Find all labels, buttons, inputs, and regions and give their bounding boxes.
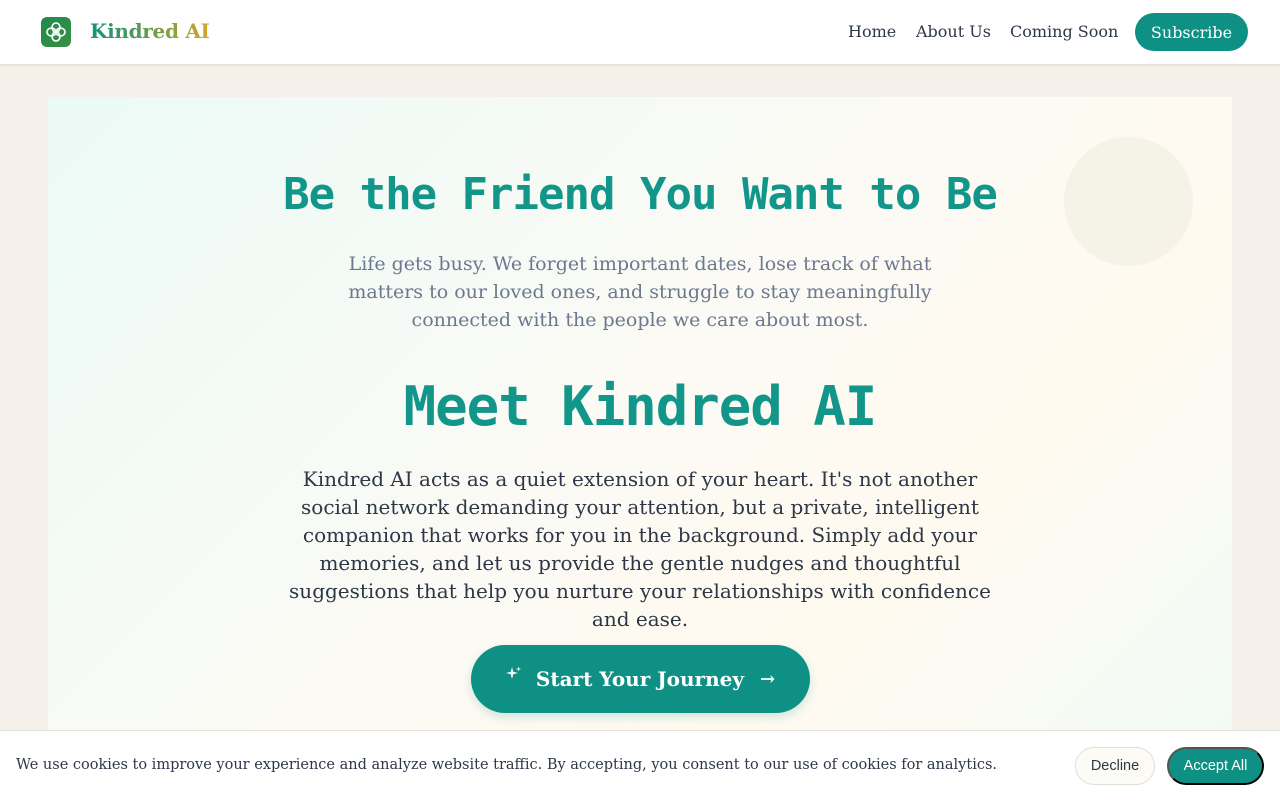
start-journey-label: Start Your Journey <box>535 667 744 691</box>
nav-home-link[interactable]: Home <box>848 22 896 41</box>
cookie-message: We use cookies to improve your experienc… <box>16 757 998 773</box>
brand-name[interactable]: Kindred AI <box>90 19 210 43</box>
hero-subtitle: Life gets busy. We forget important date… <box>348 253 932 331</box>
hero-section: Be the Friend You Want to Be Life gets b… <box>48 97 1232 800</box>
hero-title: Be the Friend You Want to Be <box>283 169 998 220</box>
subscribe-button[interactable]: Subscribe <box>1135 13 1248 51</box>
nav-coming-soon-link[interactable]: Coming Soon <box>1010 22 1118 41</box>
start-journey-button[interactable]: Start Your Journey → <box>471 645 810 713</box>
decline-button[interactable]: Decline <box>1075 747 1155 785</box>
arrow-right-icon: → <box>759 668 776 690</box>
hero-description: Kindred AI acts as a quiet extension of … <box>289 467 991 631</box>
flower-knot-icon[interactable] <box>41 17 71 47</box>
accept-all-button[interactable]: Accept All <box>1167 747 1264 785</box>
nav-about-link[interactable]: About Us <box>916 22 991 41</box>
site-header: Kindred AI Home About Us Coming Soon Sub… <box>0 0 1280 65</box>
sparkle-icon <box>505 666 522 686</box>
meet-title: Meet Kindred AI <box>403 375 878 438</box>
cookie-banner: We use cookies to improve your experienc… <box>0 730 1280 800</box>
